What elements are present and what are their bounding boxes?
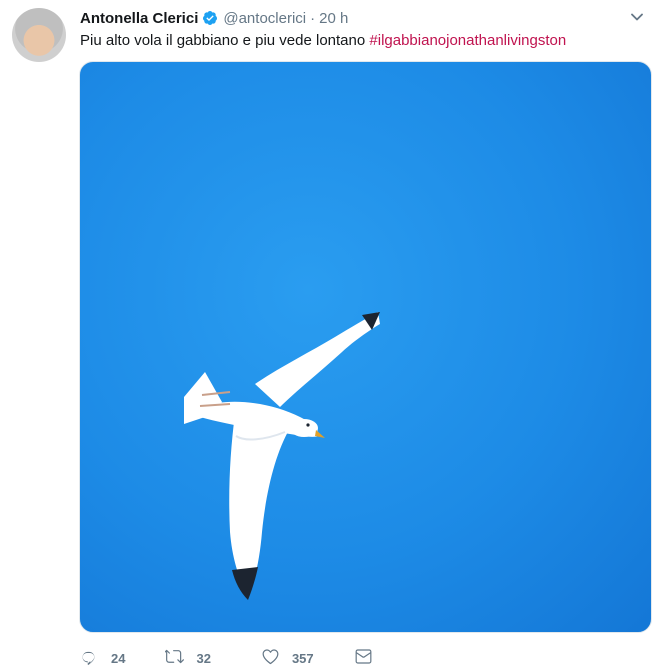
author-handle[interactable]: @antoclerici xyxy=(223,10,306,27)
separator: · xyxy=(310,9,316,27)
like-count: 357 xyxy=(291,650,314,666)
chevron-down-icon[interactable] xyxy=(630,10,644,24)
reply-icon xyxy=(80,647,99,669)
tweet-text: Piu alto vola il gabbiano e piu vede lon… xyxy=(80,31,566,51)
avatar[interactable] xyxy=(12,8,66,62)
timestamp[interactable]: 20 h xyxy=(319,10,348,27)
tweet[interactable]: Antonella Clerici @antoclerici · 20 h Pi… xyxy=(0,0,662,672)
heart-icon xyxy=(261,647,280,669)
retweet-count: 32 xyxy=(196,650,211,666)
tweet-header: Antonella Clerici @antoclerici · 20 h xyxy=(80,8,348,28)
retweet-icon xyxy=(163,647,185,669)
tweet-body: Piu alto vola il gabbiano e piu vede lon… xyxy=(80,32,366,49)
author-name[interactable]: Antonella Clerici xyxy=(80,10,198,27)
retweet-button[interactable]: 32 xyxy=(163,647,211,669)
reply-count: 24 xyxy=(111,650,126,666)
hashtag-link[interactable]: #ilgabbianojonathanlivingston xyxy=(369,32,566,49)
reply-button[interactable]: 24 xyxy=(80,647,125,669)
tweet-photo[interactable] xyxy=(79,61,652,633)
verified-badge-icon xyxy=(202,10,218,26)
message-button[interactable] xyxy=(354,647,373,669)
tweet-actions: 24 32 357 xyxy=(80,646,373,670)
seagull-illustration xyxy=(184,312,380,600)
like-button[interactable]: 357 xyxy=(261,647,314,669)
envelope-icon xyxy=(354,647,373,669)
